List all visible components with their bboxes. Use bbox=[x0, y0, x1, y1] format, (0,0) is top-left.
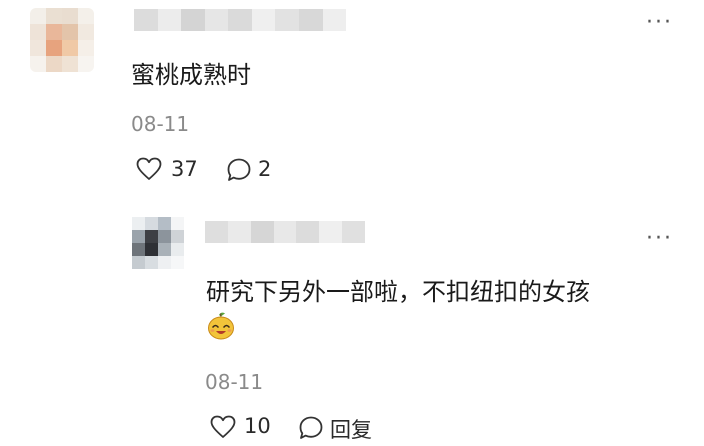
like-count: 10 bbox=[244, 414, 271, 438]
comment-bubble-icon[interactable] bbox=[298, 415, 324, 441]
like-count: 37 bbox=[171, 157, 198, 181]
avatar[interactable] bbox=[132, 217, 184, 269]
username-blurred[interactable] bbox=[205, 221, 366, 243]
smiling-orange-emoji bbox=[208, 312, 234, 340]
reply-count: 2 bbox=[258, 157, 272, 181]
comment-date: 08-11 bbox=[205, 370, 264, 394]
heart-icon[interactable] bbox=[210, 415, 236, 439]
heart-icon[interactable] bbox=[136, 157, 162, 181]
reply-button[interactable]: 回复 bbox=[330, 414, 372, 444]
more-options-icon[interactable]: ··· bbox=[646, 12, 673, 34]
comment-date: 08-11 bbox=[131, 112, 190, 136]
comment-bubble-icon[interactable] bbox=[226, 157, 252, 183]
more-options-icon[interactable]: ··· bbox=[646, 228, 673, 250]
comment-text: 研究下另外一部啦，不扣纽扣的女孩 bbox=[206, 278, 590, 306]
username-blurred[interactable] bbox=[134, 9, 347, 31]
comment-text: 蜜桃成熟时 bbox=[131, 61, 251, 89]
avatar[interactable] bbox=[30, 8, 94, 72]
